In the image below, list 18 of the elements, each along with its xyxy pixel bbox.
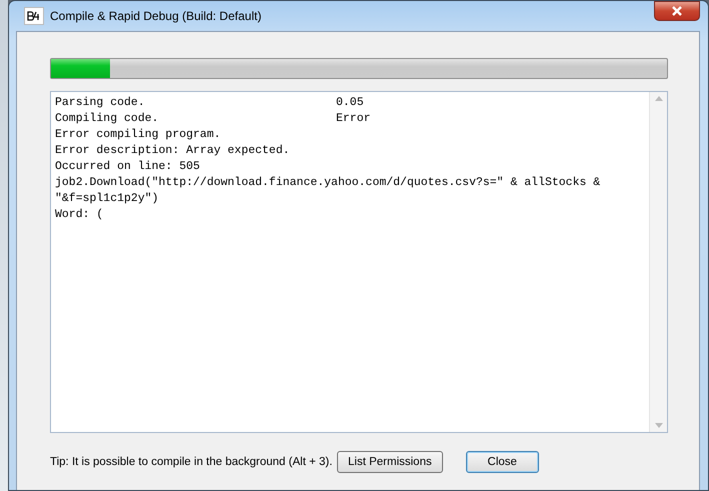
close-icon[interactable] (654, 1, 700, 21)
app-logo-icon (24, 7, 44, 25)
log-line: Error description: Array expected. (55, 143, 291, 159)
scrollbar[interactable] (649, 92, 667, 432)
log-line: job2.Download("http://download.finance.yahoo.com/d/quotes.csv?s=" & allStocks & "&f=spl1c1p2y") (55, 175, 602, 207)
scroll-up-icon[interactable] (654, 96, 662, 101)
window-title: Compile & Rapid Debug (Build: Default) (50, 9, 262, 23)
scroll-down-icon[interactable] (654, 423, 662, 428)
dialog-button[interactable]: Close (466, 451, 539, 473)
dialog-button[interactable]: List Permissions (337, 451, 443, 473)
log-value: Error (336, 111, 372, 127)
log-line: Word: ( (55, 207, 104, 223)
tip-text: Tip: It is possible to compile in the background (Alt + 3). (50, 456, 334, 468)
log-line: Compiling code. (55, 111, 160, 127)
log-value: 0.05 (336, 95, 365, 111)
log-line: Parsing code. (55, 95, 146, 111)
log-line: Error compiling program. (55, 127, 222, 143)
log-line: Occurred on line: 505 (55, 159, 201, 175)
